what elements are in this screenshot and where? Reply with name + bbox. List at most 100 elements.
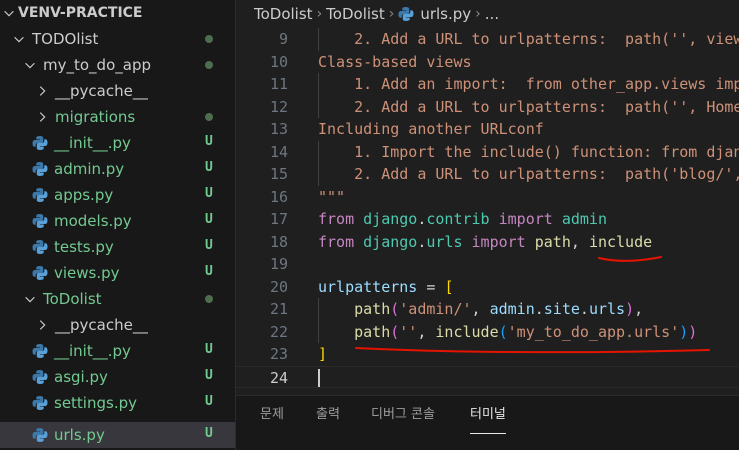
code-area[interactable]: 9 2. Add a URL to urlpatterns: path('', … — [236, 28, 739, 395]
code-token: include — [588, 232, 653, 251]
untracked-badge: U — [205, 160, 213, 175]
folder-row[interactable]: TODOlist — [0, 26, 235, 52]
code-token: urls — [588, 300, 626, 318]
bottom-panel: 문제 출력 디버그 콘솔 터미널 — [236, 395, 739, 450]
code-token: [ — [444, 277, 454, 296]
file-row[interactable]: __init__.py U — [0, 130, 235, 156]
untracked-badge: U — [205, 426, 213, 441]
line-number: 12 — [269, 97, 288, 116]
breadcrumb-item[interactable]: ToDolist — [254, 5, 313, 23]
code-token: urls — [426, 232, 463, 251]
code-line[interactable]: 9 2. Add a URL to urlpatterns: path('', … — [236, 28, 739, 51]
python-file-icon — [32, 187, 48, 203]
folder-row[interactable]: migrations — [0, 104, 235, 130]
python-file-icon — [32, 135, 48, 151]
code-token: path — [354, 322, 391, 341]
line-number: 11 — [269, 75, 288, 93]
code-line[interactable]: 19 — [236, 253, 739, 276]
file-row[interactable]: __init__.py U — [0, 338, 235, 364]
code-token: """ — [318, 187, 346, 206]
code-line[interactable]: 12 2. Add a URL to urlpatterns: path('',… — [236, 96, 739, 119]
file-label: admin.py — [54, 160, 125, 178]
line-number: 14 — [269, 142, 288, 161]
file-label: models.py — [54, 212, 132, 230]
folder-row[interactable]: ToDolist — [0, 286, 235, 312]
file-row[interactable]: admin.py U — [0, 156, 235, 182]
modified-dot-icon — [205, 35, 213, 43]
line-number: 16 — [269, 187, 288, 206]
file-row[interactable]: tests.py U — [0, 234, 235, 260]
code-line[interactable]: 15 2. Add a URL to urlpatterns: path('bl… — [236, 163, 739, 186]
folder-row[interactable]: __pycache__ — [0, 78, 235, 104]
code-line[interactable]: 22 path('', include('my_to_do_app.urls')… — [236, 321, 739, 344]
python-file-icon — [32, 395, 48, 411]
code-token: 'admin/' — [399, 300, 472, 318]
tab-problems[interactable]: 문제 — [260, 396, 284, 434]
code-token: 1. Add an import: from other_app.views i… — [354, 75, 739, 93]
file-row[interactable]: models.py U — [0, 208, 235, 234]
code-token: django — [363, 210, 418, 228]
untracked-badge: U — [205, 238, 213, 253]
code-line[interactable]: 17 from django.contrib import admin — [236, 208, 739, 231]
file-row[interactable]: views.py U — [0, 260, 235, 286]
modified-dot-icon — [205, 295, 213, 303]
chevron-down-icon — [12, 32, 26, 46]
indent-guide — [318, 298, 319, 343]
code-token: ] — [318, 345, 328, 363]
tab-terminal[interactable]: 터미널 — [470, 396, 506, 434]
chevron-down-icon — [23, 58, 37, 72]
python-file-icon — [32, 213, 48, 229]
python-file-icon — [32, 427, 48, 443]
code-line[interactable]: 20 urlpatterns = [ — [236, 276, 739, 299]
code-text: 2. Add a URL to urlpatterns: path('', vi… — [318, 28, 739, 51]
file-row[interactable]: settings.py U — [0, 390, 235, 416]
chevron-right-icon: › — [316, 6, 323, 22]
code-line[interactable]: 21 path('admin/', admin.site.urls), — [236, 298, 739, 321]
tab-output[interactable]: 출력 — [316, 396, 340, 434]
modified-dot-icon — [205, 113, 213, 121]
python-file-icon — [32, 239, 48, 255]
code-token: ( — [498, 322, 508, 341]
code-token: from — [318, 232, 355, 251]
line-number: 17 — [269, 210, 288, 228]
code-line[interactable]: 11 1. Add an import: from other_app.view… — [236, 73, 739, 96]
code-line[interactable]: 10 Class-based views — [236, 51, 739, 74]
folder-row[interactable]: __pycache__ — [0, 312, 235, 338]
code-token: , — [417, 322, 436, 341]
file-label: apps.py — [54, 186, 114, 204]
code-line[interactable]: 13 Including another URLconf — [236, 118, 739, 141]
breadcrumb-ellipsis[interactable]: ... — [485, 5, 499, 23]
python-file-icon — [32, 343, 48, 359]
breadcrumb-item[interactable]: urls.py — [420, 5, 471, 23]
explorer-sidebar: VENV-PRACTICE TODOlist my_to_do_app __py… — [0, 0, 236, 450]
code-editor[interactable]: ToDolist › ToDolist › urls.py › ... 9 2.… — [236, 0, 739, 395]
file-row[interactable]: asgi.py U — [0, 364, 235, 390]
code-token: , — [570, 232, 589, 251]
code-line[interactable]: 16 """ — [236, 186, 739, 209]
code-line[interactable]: 24 — [236, 365, 739, 388]
file-row-selected[interactable]: urls.py U — [0, 422, 235, 448]
line-number: 10 — [269, 52, 288, 71]
tab-debug-console[interactable]: 디버그 콘솔 — [371, 396, 435, 434]
breadcrumb-item[interactable]: ToDolist — [326, 5, 385, 23]
file-label: settings.py — [54, 394, 137, 412]
code-line[interactable]: 14 1. Import the include() function: fro… — [236, 141, 739, 164]
modified-dot-icon — [205, 61, 213, 69]
code-line[interactable]: 23] — [236, 343, 739, 366]
chevron-right-icon — [35, 318, 49, 332]
code-line[interactable]: 18 from django.urls import path, include — [236, 231, 739, 254]
untracked-badge: U — [205, 368, 213, 383]
code-text: Class-based views — [318, 51, 472, 74]
folder-row[interactable]: my_to_do_app — [0, 52, 235, 78]
file-row[interactable]: apps.py U — [0, 182, 235, 208]
code-token: 2. Add a URL to urlpatterns: path('blog/… — [354, 165, 739, 183]
explorer-root-header[interactable]: VENV-PRACTICE — [0, 0, 235, 26]
code-text: 2. Add a URL to urlpatterns: path('', Ho… — [318, 96, 739, 119]
code-token: 'my_to_do_app.urls' — [507, 322, 680, 341]
